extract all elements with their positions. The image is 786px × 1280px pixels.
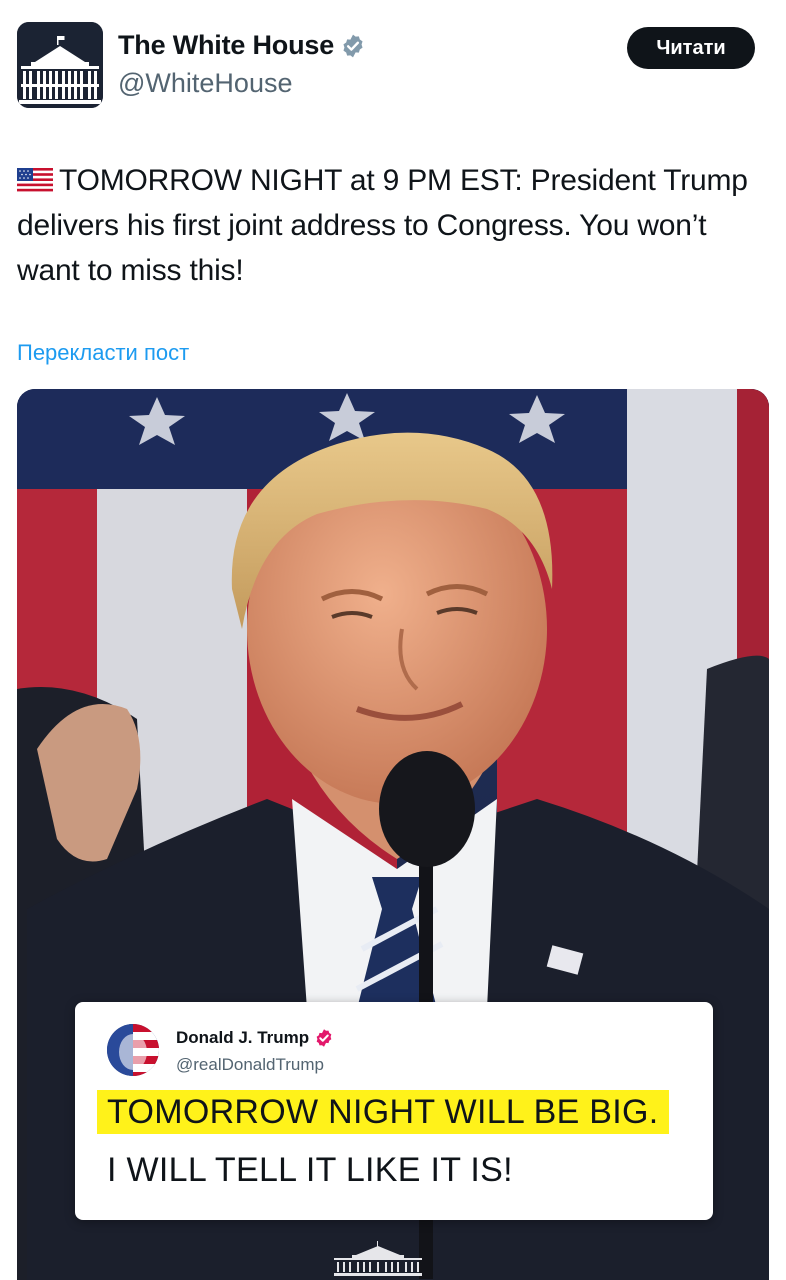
read-button[interactable]: Читати bbox=[627, 27, 755, 69]
post-text-content: TOMORROW NIGHT at 9 PM EST: President Tr… bbox=[17, 164, 748, 287]
post-header: The White House @WhiteHouse Читати bbox=[0, 0, 786, 120]
us-flag-icon bbox=[17, 160, 53, 192]
post-text: TOMORROW NIGHT at 9 PM EST: President Tr… bbox=[17, 158, 769, 293]
verified-badge-icon bbox=[314, 1028, 334, 1048]
trump-avatar bbox=[107, 1024, 159, 1076]
account-name-row: The White House bbox=[118, 30, 366, 61]
quoted-text-line: I WILL TELL IT LIKE IT IS! bbox=[107, 1151, 513, 1189]
quoted-handle: @realDonaldTrump bbox=[176, 1055, 324, 1074]
account-handle[interactable]: @WhiteHouse bbox=[118, 68, 292, 99]
verified-badge-icon bbox=[340, 33, 366, 59]
quoted-text-highlight: TOMORROW NIGHT WILL BE BIG. bbox=[97, 1090, 669, 1134]
quoted-display-name: Donald J. Trump bbox=[176, 1028, 310, 1047]
white-house-watermark-icon bbox=[334, 1241, 422, 1276]
quoted-name-row: Donald J. Trump bbox=[176, 1028, 334, 1048]
account-display-name[interactable]: The White House bbox=[118, 30, 334, 61]
translate-post-link[interactable]: Перекласти пост bbox=[17, 340, 189, 366]
post-image[interactable]: Donald J. Trump @realDonaldTrump TOMORRO… bbox=[17, 389, 769, 1280]
white-house-avatar[interactable] bbox=[17, 22, 103, 108]
quoted-post-card: Donald J. Trump @realDonaldTrump TOMORRO… bbox=[75, 1002, 713, 1220]
